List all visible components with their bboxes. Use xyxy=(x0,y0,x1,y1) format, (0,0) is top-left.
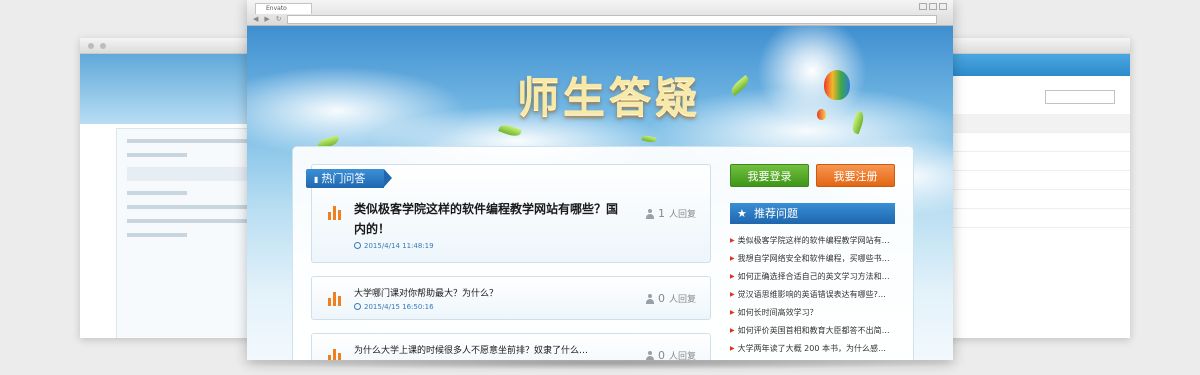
page-title: 师生答疑 xyxy=(517,73,702,122)
forward-arrow-icon[interactable]: ▶ xyxy=(264,15,269,23)
back-arrow-icon[interactable]: ◀ xyxy=(253,15,258,23)
question-title[interactable]: 类似极客学院这样的软件编程教学网站有哪些？国内的！ xyxy=(354,199,629,239)
list-item[interactable]: ▶ 觉汉语思维影响的英语错误表达有哪些?… xyxy=(730,285,895,303)
arrow-icon: ▶ xyxy=(730,236,735,244)
question-card[interactable]: 大学哪门课对你帮助最大？为什么？ 2015/4/15 16:50:16 0 人回复 xyxy=(311,276,711,320)
window-dot xyxy=(100,42,106,49)
clock-icon xyxy=(354,242,361,249)
reply-count: 0 人回复 xyxy=(646,292,696,305)
star-icon: ★ xyxy=(737,207,747,220)
hot-air-balloon-icon xyxy=(824,70,850,100)
page-stage: 师生答疑 ▮ 热门问答 类似极客学院这样的软件编程教学网站有哪些？国内的！ 201… xyxy=(247,26,953,360)
list-item[interactable]: ▶ 我想自学网络安全和软件编程，买哪些书… xyxy=(730,249,895,267)
list-item[interactable]: ▶ 如何长时间高效学习？ xyxy=(730,303,895,321)
bar-chart-icon xyxy=(328,349,342,360)
close-button[interactable] xyxy=(939,3,947,10)
list-item[interactable]: ▶ 如何评价英国首相和教育大臣都答不出简… xyxy=(730,321,895,339)
content-panel: ▮ 热门问答 类似极客学院这样的软件编程教学网站有哪些？国内的！ 2015/4/1… xyxy=(292,146,914,360)
list-item[interactable]: ▶ 类似极客学院这样的软件编程教学网站有… xyxy=(730,231,895,249)
placeholder-line xyxy=(127,233,187,237)
reload-icon[interactable]: ↻ xyxy=(276,15,282,23)
nav-buttons: ◀ ▶ ↻ xyxy=(253,15,282,23)
question-time: 2015/4/14 11:48:19 xyxy=(354,242,434,250)
reply-count: 0 人回复 xyxy=(646,349,696,360)
recommend-list: ▶ 类似极客学院这样的软件编程教学网站有… ▶ 我想自学网络安全和软件编程，买哪些书… xyxy=(730,231,895,360)
hot-qa-label: 热门问答 xyxy=(321,172,366,185)
person-icon xyxy=(646,350,654,360)
chart-icon: ▮ xyxy=(314,175,319,184)
question-title[interactable]: 大学哪门课对你帮助最大？为什么？ xyxy=(354,286,498,299)
question-card[interactable]: ▮ 热门问答 类似极客学院这样的软件编程教学网站有哪些？国内的！ 2015/4/1… xyxy=(306,164,711,263)
maximize-button[interactable] xyxy=(929,3,937,10)
placeholder-line xyxy=(127,153,187,157)
bar-chart-icon xyxy=(328,206,342,220)
arrow-icon: ▶ xyxy=(730,254,735,262)
recommend-header: ★ 推荐问题 xyxy=(730,203,895,224)
browser-tab[interactable]: Envato xyxy=(255,3,312,14)
placeholder-line xyxy=(127,191,187,195)
background-search-box xyxy=(1045,90,1115,104)
window-controls xyxy=(919,3,947,10)
question-title[interactable]: 为什么大学上课的时候很多人不愿意坐前排？奴隶了什么… xyxy=(354,343,588,356)
address-bar[interactable] xyxy=(287,15,937,24)
hot-air-balloon-icon xyxy=(817,109,826,120)
bar-chart-icon xyxy=(328,292,342,306)
question-card[interactable]: 为什么大学上课的时候很多人不愿意坐前排？奴隶了什么… 0 人回复 xyxy=(311,333,711,360)
arrow-icon: ▶ xyxy=(730,272,735,280)
list-item[interactable]: ▶ 如何正确选择合适自己的英文学习方法和… xyxy=(730,267,895,285)
clock-icon xyxy=(354,303,361,310)
person-icon xyxy=(646,208,654,219)
arrow-icon: ▶ xyxy=(730,326,735,334)
arrow-icon: ▶ xyxy=(730,308,735,316)
browser-window: Envato ◀ ▶ ↻ 师生答疑 ▮ 热门问答 类似极客学院这样的软件编程教学… xyxy=(247,0,953,360)
person-icon xyxy=(646,293,654,304)
reply-count: 1 人回复 xyxy=(646,207,696,220)
list-item[interactable]: ▶… xyxy=(730,357,895,360)
recommend-label: 推荐问题 xyxy=(754,207,798,220)
window-dot xyxy=(88,42,94,49)
hot-qa-ribbon: ▮ 热门问答 xyxy=(306,169,392,188)
arrow-icon: ▶ xyxy=(730,290,735,298)
browser-chrome: Envato ◀ ▶ ↻ xyxy=(247,0,953,26)
minimize-button[interactable] xyxy=(919,3,927,10)
list-item[interactable]: ▶ 大学两年读了大概 200 本书，为什么感… xyxy=(730,339,895,357)
register-button[interactable]: 我要注册 xyxy=(816,164,895,187)
login-button[interactable]: 我要登录 xyxy=(730,164,809,187)
arrow-icon: ▶ xyxy=(730,344,735,352)
question-time: 2015/4/15 16:50:16 xyxy=(354,303,434,311)
